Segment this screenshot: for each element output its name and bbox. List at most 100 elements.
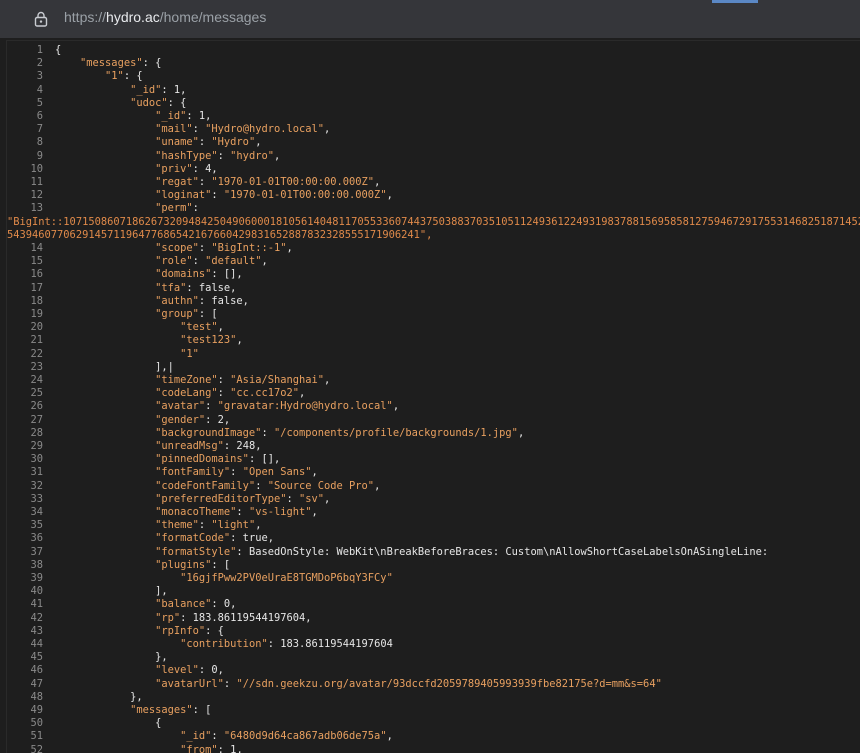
line-number: 30	[30, 453, 43, 466]
line-number: 18	[30, 294, 43, 307]
code-line: 40 ],	[7, 585, 860, 598]
line-content: "monacoTheme": "vs-light",	[155, 506, 318, 518]
line-content: "authn": false,	[155, 294, 249, 307]
code-line: 17 "tfa": false,	[7, 282, 860, 295]
line-number: 25	[30, 387, 43, 400]
code-line: 13 "perm":	[7, 202, 860, 215]
line-number: 45	[30, 651, 43, 664]
code-line: 25 "codeLang": "cc.cc17o2",	[7, 387, 860, 400]
line-number: 36	[30, 532, 43, 545]
code-line: 46 "level": 0,	[7, 664, 860, 677]
code-line: 47 "avatarUrl": "//sdn.geekzu.org/avatar…	[7, 678, 860, 691]
line-content: "_id": 1,	[130, 83, 187, 96]
line-number: 22	[30, 347, 43, 360]
line-number: 19	[30, 308, 43, 320]
line-content: 5439460770629145711964776865421676604298…	[7, 228, 433, 241]
active-tab-indicator	[712, 0, 758, 3]
url-host: hydro.ac	[106, 9, 160, 25]
code-line: 1{	[7, 44, 860, 57]
line-content: "pinnedDomains": [],	[155, 453, 281, 466]
code-line: 16 "domains": [],	[7, 268, 860, 281]
code-line: 31 "fontFamily": "Open Sans",	[7, 466, 860, 479]
code-line: 41 "balance": 0,	[7, 598, 860, 611]
line-number: 14	[30, 242, 43, 254]
line-content: "theme": "light",	[155, 519, 262, 532]
line-number: 9	[36, 149, 43, 162]
line-content: "codeFontFamily": "Source Code Pro",	[155, 479, 381, 492]
code-line: 21 "test123",	[7, 334, 860, 347]
line-number: 42	[30, 611, 43, 624]
code-line: 7 "mail": "Hydro@hydro.local",	[7, 123, 860, 136]
line-number: 41	[30, 598, 43, 611]
code-line: 43 "rpInfo": {	[7, 625, 860, 638]
code-line: 12 "loginat": "1970-01-01T00:00:00.000Z"…	[7, 189, 860, 202]
line-content: "gender": 2,	[155, 413, 231, 426]
lock-icon[interactable]	[34, 11, 48, 27]
line-number: 24	[30, 374, 43, 386]
code-line: 32 "codeFontFamily": "Source Code Pro",	[7, 480, 860, 493]
line-content: "avatar": "gravatar:Hydro@hydro.local",	[155, 400, 400, 413]
line-number: 11	[30, 176, 43, 188]
line-number: 12	[30, 189, 43, 202]
line-number: 4	[36, 83, 43, 96]
code-line: 28 "backgroundImage": "/components/profi…	[7, 427, 860, 440]
line-content: "mail": "Hydro@hydro.local",	[155, 123, 331, 136]
line-number: 44	[30, 638, 43, 650]
code-line: 2 "messages": {	[7, 57, 860, 70]
line-number: 2	[36, 57, 43, 70]
line-content: "formatCode": true,	[155, 532, 274, 545]
line-content: "1"	[180, 347, 199, 360]
line-content: "messages": {	[80, 57, 162, 70]
code-line: 33 "preferredEditorType": "sv",	[7, 493, 860, 506]
line-number: 40	[30, 585, 43, 598]
url-text[interactable]: https://hydro.ac/home/messages	[64, 9, 266, 25]
code-line: 36 "formatCode": true,	[7, 532, 860, 545]
line-content: "role": "default",	[155, 255, 268, 268]
line-content: "test123",	[180, 334, 243, 347]
code-line: 10 "priv": 4,	[7, 163, 860, 176]
line-number: 23	[30, 360, 43, 373]
code-line: 30 "pinnedDomains": [],	[7, 453, 860, 466]
code-line: 27 "gender": 2,	[7, 414, 860, 427]
line-number: 43	[30, 624, 43, 637]
code-line: 39 "16gjfPww2PV0eUraE8TGMDoP6bqY3FCy"	[7, 572, 860, 585]
line-number: 38	[30, 558, 43, 571]
line-content: },	[55, 690, 143, 703]
line-content: "BigInt::1071508607186267320948425049060…	[7, 215, 860, 228]
line-content: {	[55, 44, 62, 56]
code-line: 51 "_id": "6480d9d64ca867adb06de75a",	[7, 730, 860, 743]
line-content: "udoc": {	[130, 96, 187, 109]
line-number: 37	[30, 545, 43, 558]
json-viewer[interactable]: 1{2 "messages": {3 "1": {4 "_id": 1, 5 "u…	[6, 40, 860, 753]
line-content: "avatarUrl": "//sdn.geekzu.org/avatar/93…	[155, 677, 662, 690]
code-line: "BigInt::1071508607186267320948425049060…	[7, 216, 860, 229]
code-line: 35 "theme": "light",	[7, 519, 860, 532]
line-content: "1": {	[105, 70, 143, 83]
code-line: 44 "contribution": 183.86119544197604	[7, 638, 860, 651]
address-bar[interactable]: https://hydro.ac/home/messages	[0, 4, 860, 34]
code-line: 8 "uname": "Hydro",	[7, 136, 860, 149]
line-content: "messages": [	[130, 704, 212, 716]
line-content: "plugins": [	[155, 558, 231, 571]
line-number: 35	[30, 519, 43, 532]
line-number: 15	[30, 255, 43, 268]
line-content: "_id": 1,	[155, 110, 212, 122]
code-line: 23 ],|	[7, 361, 860, 374]
code-line: 37 "formatStyle": BasedOnStyle: WebKit\n…	[7, 546, 860, 559]
line-number: 51	[30, 730, 43, 743]
line-number: 39	[30, 572, 43, 584]
line-number: 31	[30, 466, 43, 479]
code-line: 42 "rp": 183.86119544197604,	[7, 612, 860, 625]
code-line: 48 },	[7, 691, 860, 704]
line-content: "16gjfPww2PV0eUraE8TGMDoP6bqY3FCy"	[180, 572, 393, 584]
line-number: 49	[30, 704, 43, 716]
line-number: 1	[36, 44, 43, 56]
code-line: 14 "scope": "BigInt::-1",	[7, 242, 860, 255]
url-path: /home/messages	[159, 9, 267, 25]
line-number: 32	[30, 479, 43, 492]
line-number: 5	[36, 96, 43, 109]
line-content: "loginat": "1970-01-01T00:00:00.000Z",	[155, 189, 393, 202]
code-line: 22 "1"	[7, 348, 860, 361]
line-content: "domains": [],	[155, 268, 243, 281]
browser-toolbar: https://hydro.ac/home/messages	[0, 0, 860, 38]
